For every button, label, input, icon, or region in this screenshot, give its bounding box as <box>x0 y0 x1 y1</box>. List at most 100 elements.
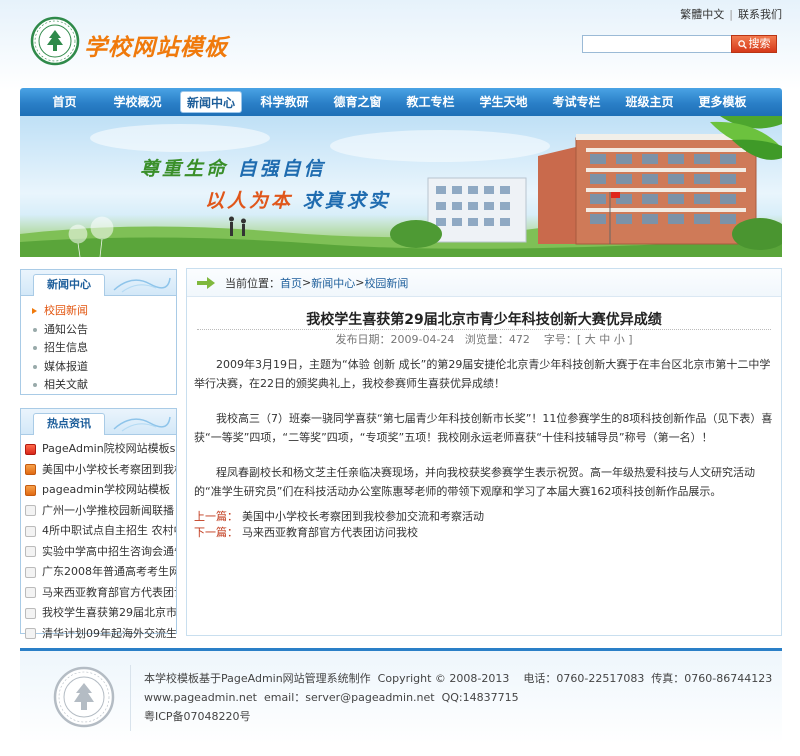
menu-item-notices[interactable]: 通知公告 <box>31 321 176 340</box>
news-center-header: 新闻中心 <box>21 270 176 296</box>
news-item-icon <box>25 628 36 640</box>
prev-article-link[interactable]: 美国中小学校长考察团到我校参加交流和考察活动 <box>242 510 484 523</box>
hot-news-list: PageAdmin院校网站模板s12 美国中小学校长考察团到我校 pageadmin… <box>21 435 176 646</box>
nav-item-school-overview[interactable]: 学校概况 <box>101 91 174 113</box>
nav-item-science-research[interactable]: 科学教研 <box>248 91 321 113</box>
hot-news-title: 实验中学高中招生咨询会通告 <box>42 544 176 558</box>
article-panel: 当前位置： 首页 > 新闻中心 > 校园新闻 我校学生喜获第29届北京市青少年科… <box>186 268 782 636</box>
news-item-icon <box>25 484 36 496</box>
search-button-label: 搜索 <box>748 37 771 50</box>
nav-item-student-world[interactable]: 学生天地 <box>467 91 540 113</box>
breadcrumb-separator: > <box>302 276 312 289</box>
views-label: 浏览量： <box>464 333 509 346</box>
school-emblem-icon <box>30 16 80 66</box>
slogan-people-oriented: 以人为本 <box>205 190 294 212</box>
next-article: 下一篇： 马来西亚教育部官方代表团访问我校 <box>194 525 418 541</box>
article-paragraph: 我校高三（7）班秦一骁同学喜获“第七届青少年科技创新市长奖”！11位参赛学生的8… <box>194 412 773 444</box>
hot-news-item[interactable]: 广东2008年普通高考考生网上 <box>25 562 176 583</box>
hot-news-item[interactable]: 我校学生喜获第29届北京市青 <box>25 603 176 624</box>
hot-news-box: 热点资讯 PageAdmin院校网站模板s12 美国中小学校长考察团到我校 page… <box>20 408 177 640</box>
hot-news-item[interactable]: PageAdmin院校网站模板s12 <box>25 439 176 460</box>
search-bar: 搜索 <box>582 35 777 53</box>
publish-date: 2009-04-24 <box>390 333 455 346</box>
nav-item-home[interactable]: 首页 <box>28 91 101 113</box>
hot-news-title: 美国中小学校长考察团到我校 <box>42 462 176 476</box>
breadcrumb-home[interactable]: 首页 <box>280 275 302 291</box>
hot-news-title: 广州一小学推校园新闻联播 孩 <box>42 503 176 517</box>
top-links-separator: | <box>729 8 733 21</box>
news-center-box: 新闻中心 校园新闻 通知公告 招生信息 媒体报道 相关文献 <box>20 269 177 395</box>
hot-news-title: 4所中职试点自主招生 农村中 <box>42 524 176 537</box>
menu-item-admissions[interactable]: 招生信息 <box>31 339 176 358</box>
page: 繁體中文 | 联系我们 学校网站模板 搜索 首页 学校概况 新闻中心 科学教研 德育… <box>0 0 800 756</box>
font-size-label: 字号： <box>543 333 577 346</box>
school-emblem-icon <box>53 666 115 728</box>
publish-date-label: 发布日期： <box>335 333 391 346</box>
next-article-link[interactable]: 马来西亚教育部官方代表团访问我校 <box>242 526 418 539</box>
font-size-medium[interactable]: 中 <box>599 333 610 346</box>
slogan-self-confidence: 自强自信 <box>237 158 326 180</box>
next-label: 下一篇： <box>194 526 238 539</box>
slogan-seek-truth: 求真求实 <box>302 190 391 212</box>
hot-news-item[interactable]: 美国中小学校长考察团到我校 <box>25 460 176 481</box>
search-button[interactable]: 搜索 <box>731 35 777 53</box>
font-size-small[interactable]: 小 <box>614 333 625 346</box>
nav-item-staff-column[interactable]: 教工专栏 <box>394 91 467 113</box>
site-logo[interactable]: 学校网站模板 <box>30 16 240 70</box>
news-item-icon <box>25 464 36 476</box>
hot-news-title: 广东2008年普通高考考生网上 <box>42 565 176 578</box>
news-item-icon <box>25 443 36 455</box>
nav-item-moral-education[interactable]: 德育之窗 <box>321 91 394 113</box>
nav-item-more-templates[interactable]: 更多模板 <box>686 91 759 113</box>
banner: 尊重生命 自强自信 以人为本 求真求实 <box>20 116 782 257</box>
swirl-decoration-icon <box>113 277 171 293</box>
news-item-icon <box>25 546 36 558</box>
prev-article: 上一篇： 美国中小学校长考察团到我校参加交流和考察活动 <box>194 509 484 525</box>
breadcrumb: 当前位置： 首页 > 新闻中心 > 校园新闻 <box>187 269 781 297</box>
footer-line-copyright: 本学校模板基于PageAdmin网站管理系统制作 Copyright © 200… <box>144 672 773 685</box>
search-icon <box>737 40 747 49</box>
logo-title: 学校网站模板 <box>84 34 228 61</box>
hot-news-title: PageAdmin院校网站模板s12 <box>42 442 176 455</box>
news-item-icon <box>25 607 36 619</box>
hot-news-item[interactable]: 马来西亚教育部官方代表团访 <box>25 583 176 604</box>
breadcrumb-prefix: 当前位置： <box>225 276 280 290</box>
hot-news-item[interactable]: pageadmin学校网站模板 <box>25 480 176 501</box>
menu-item-related-docs[interactable]: 相关文献 <box>31 376 176 395</box>
news-item-icon <box>25 566 36 578</box>
nav-item-exam-column[interactable]: 考试专栏 <box>540 91 613 113</box>
news-center-title: 新闻中心 <box>33 274 105 296</box>
top-links: 繁體中文 | 联系我们 <box>680 6 782 22</box>
font-size-large[interactable]: 大 <box>585 333 596 346</box>
search-input[interactable] <box>582 35 732 53</box>
footer-line-contact: www.pageadmin.net email：server@pageadmin… <box>144 691 519 704</box>
footer-line-icp: 粤ICP备07048220号 <box>144 710 251 723</box>
footer: 本学校模板基于PageAdmin网站管理系统制作 Copyright © 200… <box>20 648 782 744</box>
hot-news-header: 热点资讯 <box>21 409 176 435</box>
hot-news-title: 清华计划09年起海外交流生数 <box>42 626 176 640</box>
views-count: 472 <box>508 333 530 346</box>
contact-us-link[interactable]: 联系我们 <box>738 8 782 21</box>
hot-news-title: 马来西亚教育部官方代表团访 <box>42 585 176 599</box>
news-item-icon <box>25 587 36 599</box>
breadcrumb-news-center[interactable]: 新闻中心 <box>311 275 355 291</box>
hot-news-item[interactable]: 清华计划09年起海外交流生数 <box>25 624 176 645</box>
hot-news-item[interactable]: 实验中学高中招生咨询会通告 <box>25 542 176 563</box>
article-meta: 发布日期：2009-04-24 浏览量：472 字号：[ 大 中 小 ] <box>197 329 771 349</box>
prev-label: 上一篇： <box>194 510 238 523</box>
breadcrumb-campus-news[interactable]: 校园新闻 <box>364 275 408 291</box>
hot-news-title: 我校学生喜获第29届北京市青 <box>42 606 176 619</box>
article-title: 我校学生喜获第29届北京市青少年科技创新大赛优异成绩 <box>306 312 662 328</box>
nav-item-class-home[interactable]: 班级主页 <box>613 91 686 113</box>
news-item-icon <box>25 505 36 517</box>
breadcrumb-separator: > <box>355 276 365 289</box>
nav-item-news-center[interactable]: 新闻中心 <box>180 91 242 113</box>
hot-news-title: 热点资讯 <box>33 413 105 435</box>
hot-news-title: pageadmin学校网站模板 <box>42 483 170 496</box>
hot-news-item[interactable]: 4所中职试点自主招生 农村中 <box>25 521 176 542</box>
hot-news-item[interactable]: 广州一小学推校园新闻联播 孩 <box>25 501 176 522</box>
traditional-chinese-link[interactable]: 繁體中文 <box>680 8 724 21</box>
banner-scenery-image <box>20 116 782 257</box>
menu-item-media-reports[interactable]: 媒体报道 <box>31 358 176 377</box>
menu-item-campus-news[interactable]: 校园新闻 <box>31 302 176 321</box>
